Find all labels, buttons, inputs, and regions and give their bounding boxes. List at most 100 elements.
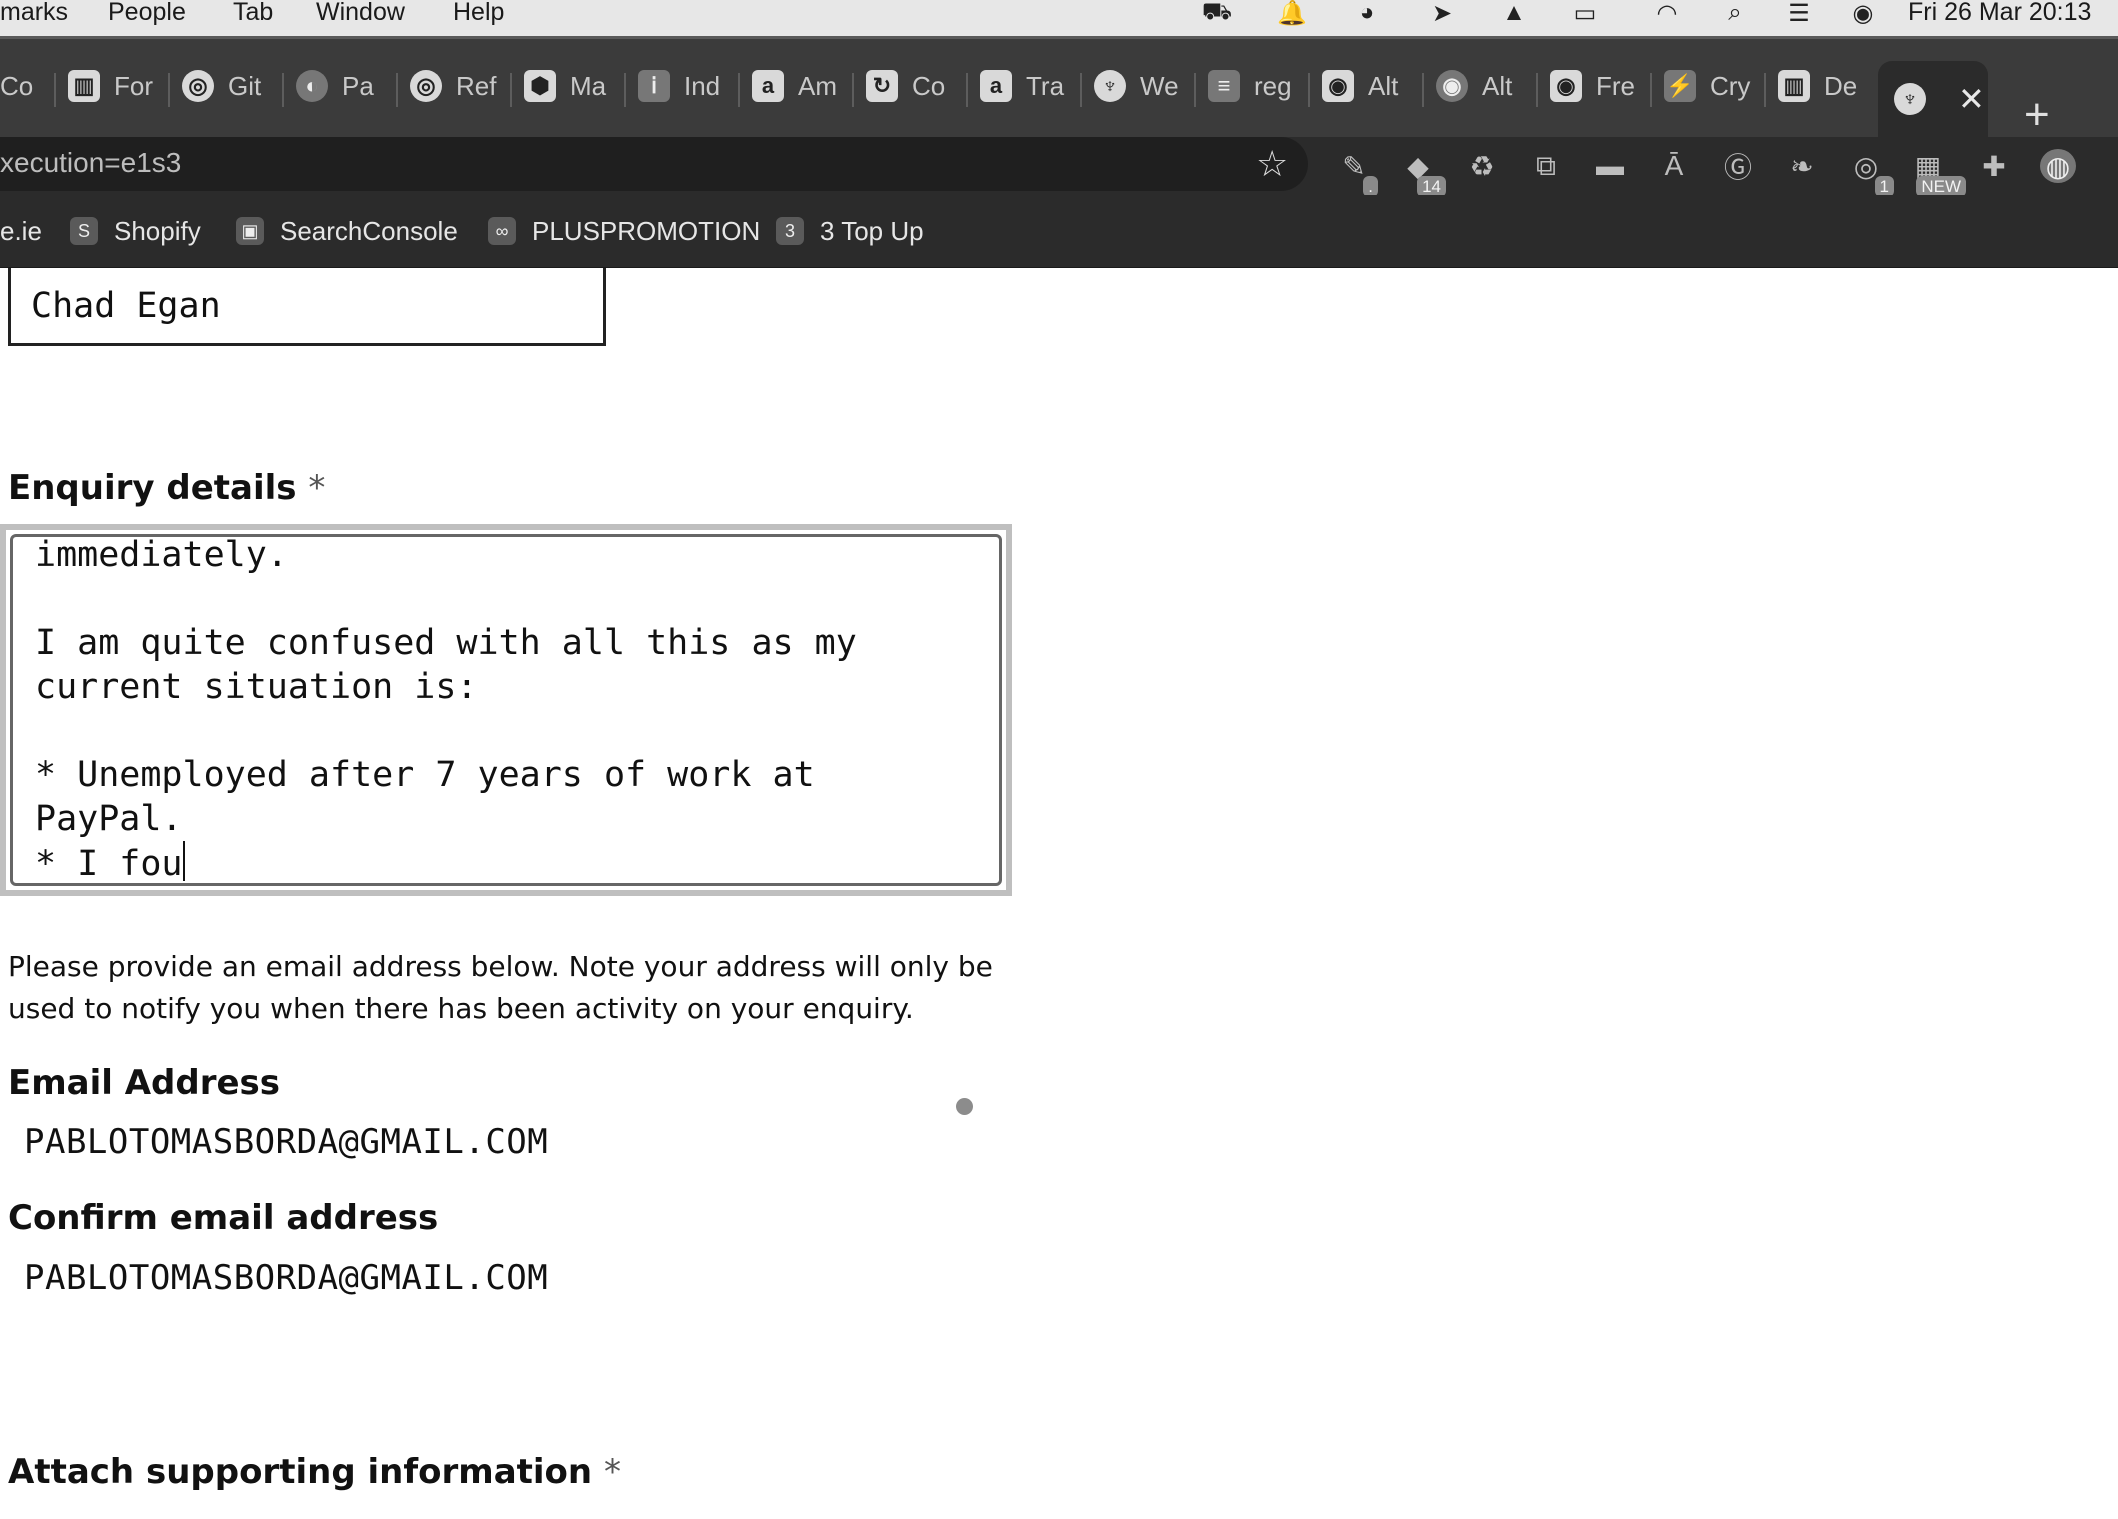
columns-icon: ▥: [68, 70, 100, 102]
menu-bookmarks[interactable]: marks: [0, 0, 68, 25]
ring-icon: ◉: [1550, 70, 1582, 102]
tab-item[interactable]: Co: [0, 61, 48, 111]
battery-icon[interactable]: ▭: [1568, 0, 1602, 27]
address-bar[interactable]: xecution=e1s3 ☆: [0, 137, 1308, 191]
textarea-line: PayPal.: [35, 799, 183, 839]
amazon-icon: a: [752, 70, 784, 102]
siri-icon[interactable]: ◉: [1846, 0, 1880, 27]
confirm-email-field[interactable]: PABLOTOMASBORDA@GMAIL.COM: [24, 1258, 548, 1298]
menu-people[interactable]: People: [108, 0, 186, 25]
menubar-clock[interactable]: Fri 26 Mar 20:13: [1908, 0, 2091, 25]
tab-label: De: [1824, 70, 1858, 101]
translate-extension-icon[interactable]: Ā: [1656, 149, 1692, 183]
github-icon: ◎: [182, 70, 214, 102]
tab-separator: [396, 73, 398, 107]
bookmarks-bar: e.ie S Shopify ▣ SearchConsole ∞ PLUSPRO…: [0, 195, 2118, 268]
recycle-extension-icon[interactable]: ♻: [1464, 149, 1500, 183]
harp-icon: ♆: [1894, 83, 1926, 115]
tab-strip: Co ▥ For ◎ Git ◐ Pa ◎ Ref ⬢ Ma ⅰ Ind a A…: [0, 39, 2118, 137]
bookmark-label: e.ie: [0, 215, 42, 246]
bookmark-pluspromotion[interactable]: ∞ PLUSPROMOTION: [488, 213, 760, 249]
window-extension-icon[interactable]: ▬: [1592, 149, 1628, 183]
attach-supporting-info-label: Attach supporting information *: [8, 1452, 621, 1492]
email-field[interactable]: PABLOTOMASBORDA@GMAIL.COM: [24, 1122, 548, 1162]
tab-label: Co: [0, 70, 34, 101]
tab-item[interactable]: ▥ For: [68, 61, 158, 111]
bookmark-shopify[interactable]: S Shopify: [70, 213, 201, 249]
menu-window[interactable]: Window: [316, 0, 405, 25]
tab-item[interactable]: a Tra: [980, 61, 1070, 111]
tab-item[interactable]: ⬢ Ma: [524, 61, 614, 111]
menu-help[interactable]: Help: [453, 0, 504, 25]
name-field[interactable]: Chad Egan: [8, 268, 606, 346]
address-url[interactable]: xecution=e1s3: [0, 147, 181, 179]
evernote-extension-icon[interactable]: ❧: [1784, 149, 1820, 183]
telegram-icon[interactable]: ➤: [1425, 0, 1459, 27]
enquiry-details-textarea[interactable]: immediately. I am quite confused with al…: [10, 534, 1002, 886]
grammarly-extension-icon[interactable]: Ⓖ: [1720, 149, 1756, 183]
link-icon: ∞: [488, 217, 516, 245]
tab-label: Cry: [1710, 70, 1751, 101]
bookmark-label: SearchConsole: [280, 215, 458, 246]
cube-icon: ⬢: [524, 70, 556, 102]
close-tab-icon[interactable]: ✕: [1958, 80, 1985, 118]
tab-item[interactable]: ↻ Co: [866, 61, 956, 111]
confirm-email-label: Confirm email address: [8, 1198, 439, 1238]
profile-avatar[interactable]: ◍: [2040, 149, 2076, 183]
tab-label: reg: [1254, 70, 1292, 101]
tab-separator: [168, 73, 170, 107]
tab-label: Pa: [342, 70, 374, 101]
three-logo-icon: 3: [776, 217, 804, 245]
menu-tab[interactable]: Tab: [233, 0, 273, 25]
tab-label: Ind: [684, 70, 721, 101]
bookmark-item[interactable]: e.ie: [0, 213, 42, 249]
enquiry-details-label: Enquiry details *: [8, 468, 325, 508]
tab-item[interactable]: ◐ Pa: [296, 61, 386, 111]
extensions-puzzle-icon[interactable]: ✚: [1976, 149, 2012, 183]
enquiry-details-label-text: Enquiry details: [8, 468, 297, 508]
tab-item[interactable]: ◉ Fre: [1550, 61, 1640, 111]
tab-item[interactable]: ≡ reg: [1208, 61, 1298, 111]
textarea-line-current: * I fou: [35, 841, 185, 883]
textarea-line: current situation is:: [35, 667, 478, 707]
tab-item[interactable]: ◉ Alt: [1436, 61, 1526, 111]
tab-label: Alt: [1368, 70, 1399, 101]
harp-icon: ♆: [1094, 70, 1126, 102]
textarea-resize-handle[interactable]: [956, 1098, 973, 1115]
stats-icon[interactable]: ◕: [1350, 0, 1384, 26]
tab-item[interactable]: ▥ De: [1778, 61, 1868, 111]
forklift-icon[interactable]: ⛟: [1200, 0, 1234, 26]
spotlight-search-icon[interactable]: ⌕: [1718, 0, 1752, 26]
tab-separator: [624, 73, 626, 107]
tab-separator: [1536, 73, 1538, 107]
email-address-label: Email Address: [8, 1063, 281, 1103]
browser-toolbar: xecution=e1s3 ☆ ✎. ◆ 14 ♻ ⧉ ▬ Ā Ⓖ ❧ ◎ 1 ▦ N…: [0, 137, 2118, 197]
globe-icon: ◐: [296, 70, 328, 102]
tab-separator: [1764, 73, 1766, 107]
screenshot-extension-icon[interactable]: ⧉: [1528, 149, 1564, 183]
tab-item[interactable]: ◎ Git: [182, 61, 272, 111]
amazon-icon: a: [980, 70, 1012, 102]
tab-item[interactable]: ⅰ Ind: [638, 61, 728, 111]
wifi-icon[interactable]: ◠: [1650, 0, 1684, 27]
tab-item[interactable]: ◎ Ref: [410, 61, 500, 111]
tab-active[interactable]: ♆ ✕: [1878, 61, 1988, 137]
vlc-icon[interactable]: ▲: [1497, 0, 1531, 26]
search-extension-icon[interactable]: ◎ 1: [1848, 149, 1894, 197]
control-center-icon[interactable]: ☰: [1782, 0, 1816, 27]
new-tab-plus-icon[interactable]: +: [2024, 93, 2050, 137]
new-extension-icon[interactable]: ▦ NEW: [1910, 149, 1966, 197]
attach-label-text: Attach supporting information: [8, 1452, 593, 1492]
bookmark-star-icon[interactable]: ☆: [1256, 143, 1288, 185]
tab-item[interactable]: ⚡ Cry: [1664, 61, 1754, 111]
notification-bell-icon[interactable]: 🔔: [1275, 0, 1309, 27]
tab-item[interactable]: ♆ We: [1094, 61, 1184, 111]
tab-item[interactable]: ◉ Alt: [1322, 61, 1412, 111]
pen-extension-icon[interactable]: ✎.: [1336, 149, 1378, 197]
tab-item[interactable]: a Am: [752, 61, 842, 111]
bookmark-searchconsole[interactable]: ▣ SearchConsole: [236, 213, 458, 249]
diamond-extension-icon[interactable]: ◆ 14: [1400, 149, 1446, 197]
lightning-icon: ⚡: [1664, 70, 1696, 102]
bookmark-3-top-up[interactable]: 3 3 Top Up: [776, 213, 924, 249]
tab-separator: [54, 73, 56, 107]
